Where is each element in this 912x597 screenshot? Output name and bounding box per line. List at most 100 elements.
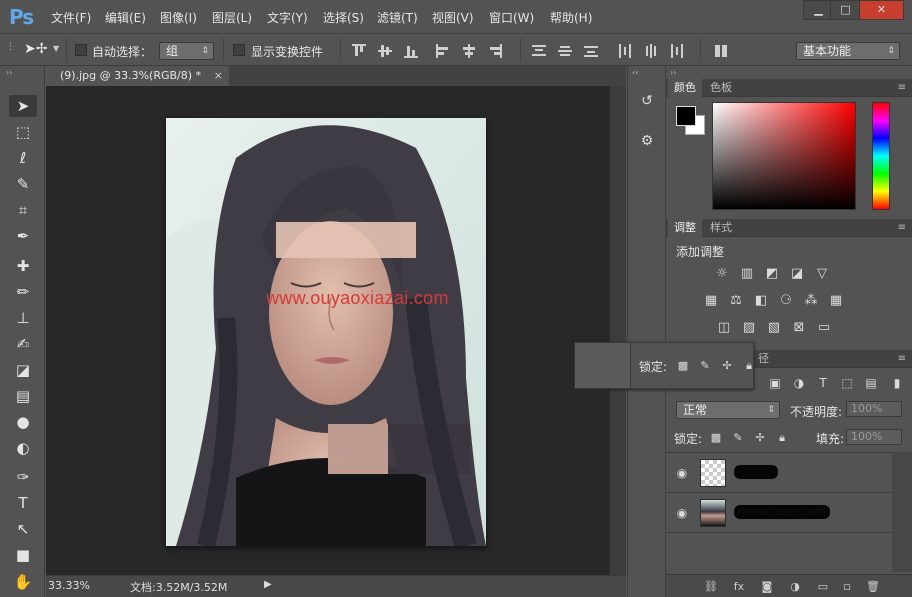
- fill-field[interactable]: 100%: [846, 429, 902, 445]
- auto-select-checkbox[interactable]: [75, 44, 87, 56]
- hue-slider[interactable]: [872, 102, 890, 210]
- dodge-tool-icon[interactable]: ◐: [9, 437, 37, 459]
- vibrance-icon[interactable]: ▽: [814, 267, 830, 281]
- lock-transparent-icon[interactable]: ▩: [710, 432, 722, 444]
- filter-shape-icon[interactable]: ⬚: [840, 376, 854, 390]
- panel-menu-icon[interactable]: ≡: [898, 219, 906, 237]
- layer-name[interactable]: monicauae.com: [734, 505, 830, 519]
- crop-tool-icon[interactable]: ⌗: [9, 199, 37, 221]
- close-button[interactable]: ✕: [859, 0, 904, 20]
- eye-icon[interactable]: ◉: [675, 466, 689, 480]
- eraser-tool-icon[interactable]: ◪: [9, 359, 37, 381]
- link-layers-icon[interactable]: ⛓: [704, 580, 718, 594]
- auto-select-dropdown[interactable]: 组 ⇕: [159, 42, 214, 60]
- menu-filter[interactable]: 滤镜(T): [377, 9, 418, 26]
- history-brush-tool-icon[interactable]: ✍: [9, 333, 37, 355]
- document-image[interactable]: [166, 118, 486, 546]
- lock-position-icon[interactable]: ✢: [721, 360, 733, 372]
- threshold-icon[interactable]: ▧: [766, 321, 782, 335]
- lock-all-icon[interactable]: 🔒︎: [743, 360, 755, 372]
- lock-position-icon[interactable]: ✢: [754, 432, 766, 444]
- align-left-icon[interactable]: [436, 44, 450, 58]
- collapse-icon[interactable]: ››: [6, 68, 12, 77]
- lock-pixels-icon[interactable]: ✎: [699, 360, 711, 372]
- gradient-tool-icon[interactable]: ▤: [9, 385, 37, 407]
- color-lookup-icon[interactable]: ▦: [828, 294, 844, 308]
- drag-handle[interactable]: [575, 343, 631, 388]
- quick-select-tool-icon[interactable]: ✎: [9, 173, 37, 195]
- tab-swatches[interactable]: 色板: [704, 79, 738, 97]
- layer-name[interactable]: [734, 465, 778, 479]
- align-top-icon[interactable]: [352, 44, 366, 58]
- gradient-map-icon[interactable]: ▭: [816, 321, 832, 335]
- filter-smart-icon[interactable]: ▤: [864, 376, 878, 390]
- exposure-icon[interactable]: ◪: [789, 267, 805, 281]
- distribute-top-icon[interactable]: [532, 44, 546, 58]
- maximize-button[interactable]: □: [830, 0, 861, 20]
- filter-adjust-icon[interactable]: ◑: [792, 376, 806, 390]
- channel-mixer-icon[interactable]: ⁂: [803, 294, 819, 308]
- blur-tool-icon[interactable]: ●: [9, 411, 37, 433]
- tab-styles[interactable]: 样式: [704, 219, 738, 237]
- move-tool-preset-icon[interactable]: ➤✢: [24, 41, 47, 57]
- eyedropper-tool-icon[interactable]: ✒: [9, 225, 37, 247]
- layer-row[interactable]: ◉ monicauae.com: [666, 493, 892, 533]
- distribute-vcenter-icon[interactable]: [558, 44, 572, 58]
- close-tab-icon[interactable]: ×: [214, 66, 223, 86]
- eye-icon[interactable]: ◉: [675, 506, 689, 520]
- properties-panel-icon[interactable]: ⚙: [636, 130, 658, 152]
- menu-type[interactable]: 文字(Y): [267, 9, 308, 26]
- align-right-icon[interactable]: [488, 44, 502, 58]
- delete-layer-icon[interactable]: 🗑︎: [866, 580, 880, 594]
- floating-lock-panel[interactable]: 锁定: ▩ ✎ ✢ 🔒︎: [574, 342, 754, 389]
- new-adjustment-icon[interactable]: ◑: [788, 580, 802, 594]
- filter-image-icon[interactable]: ▣: [768, 376, 782, 390]
- opacity-field[interactable]: 100%: [846, 401, 902, 417]
- tab-adjustments[interactable]: 调整: [668, 219, 702, 237]
- clone-stamp-tool-icon[interactable]: ⊥: [9, 307, 37, 329]
- menu-select[interactable]: 选择(S): [323, 9, 364, 26]
- invert-icon[interactable]: ◫: [716, 321, 732, 335]
- type-tool-icon[interactable]: T: [9, 492, 37, 514]
- menu-view[interactable]: 视图(V): [432, 9, 474, 26]
- color-spectrum-field[interactable]: [712, 102, 856, 210]
- filter-toggle-icon[interactable]: ▮: [890, 376, 904, 390]
- panel-menu-icon[interactable]: ≡: [898, 79, 906, 97]
- blend-mode-dropdown[interactable]: 正常 ⇕: [676, 401, 780, 419]
- tab-color[interactable]: 颜色: [668, 79, 702, 97]
- document-tab[interactable]: (9).jpg @ 33.3%(RGB/8) * ×: [46, 66, 229, 86]
- distribute-bottom-icon[interactable]: [584, 44, 598, 58]
- align-hcenter-icon[interactable]: [462, 44, 476, 58]
- expand-icon[interactable]: ‹‹: [632, 68, 638, 77]
- history-panel-icon[interactable]: ↺: [636, 90, 658, 112]
- rectangle-tool-icon[interactable]: ■: [9, 544, 37, 566]
- filter-type-icon[interactable]: T: [816, 376, 830, 390]
- posterize-icon[interactable]: ▨: [741, 321, 757, 335]
- panel-menu-icon[interactable]: ≡: [898, 350, 906, 368]
- menu-file[interactable]: 文件(F): [51, 9, 91, 26]
- show-transform-checkbox[interactable]: [233, 44, 245, 56]
- foreground-color-swatch[interactable]: [676, 106, 696, 126]
- status-menu-arrow-icon[interactable]: ▶: [264, 579, 272, 590]
- zoom-level[interactable]: 33.33%: [48, 579, 90, 592]
- lock-transparent-icon[interactable]: ▩: [677, 360, 689, 372]
- canvas-area[interactable]: www.ouyaoxiazai.com: [46, 86, 609, 575]
- move-tool-icon[interactable]: ➤: [9, 95, 37, 117]
- menu-layer[interactable]: 图层(L): [212, 9, 252, 26]
- auto-align-icon[interactable]: [714, 44, 728, 58]
- healing-brush-tool-icon[interactable]: ✚: [9, 255, 37, 277]
- hand-tool-icon[interactable]: ✋: [9, 571, 37, 593]
- distribute-hcenter-icon[interactable]: [644, 44, 658, 58]
- color-balance-icon[interactable]: ⚖: [728, 294, 744, 308]
- new-layer-icon[interactable]: ▫: [840, 580, 854, 594]
- chevron-down-icon[interactable]: ▼: [53, 44, 59, 53]
- align-bottom-icon[interactable]: [404, 44, 418, 58]
- workspace-dropdown[interactable]: 基本功能 ⇕: [796, 42, 900, 60]
- selective-color-icon[interactable]: ⊠: [791, 321, 807, 335]
- menu-image[interactable]: 图像(I): [160, 9, 197, 26]
- layer-row[interactable]: ◉: [666, 453, 892, 493]
- brush-tool-icon[interactable]: ✏: [9, 281, 37, 303]
- layers-scrollbar[interactable]: [892, 452, 912, 572]
- pen-tool-icon[interactable]: ✑: [9, 466, 37, 488]
- black-white-icon[interactable]: ◧: [753, 294, 769, 308]
